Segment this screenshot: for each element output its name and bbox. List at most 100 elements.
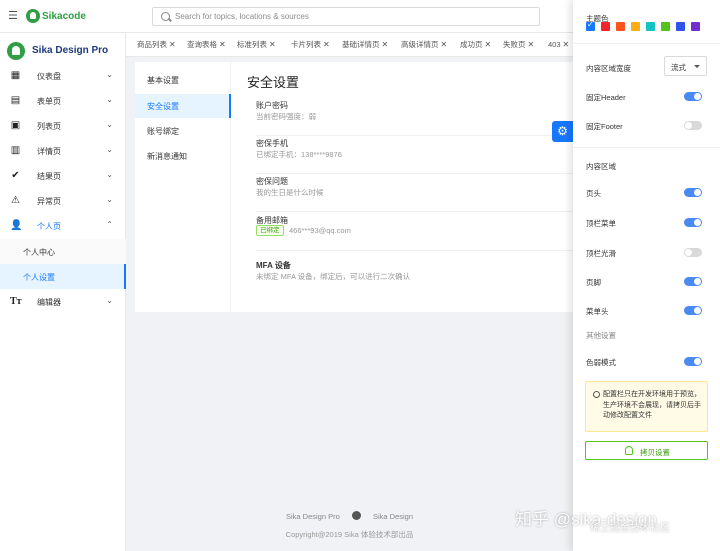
tab-label: 基础详情页 [342, 40, 380, 49]
settings-menu-basic[interactable]: 基本设置 [135, 68, 231, 92]
sidebar-item-label: 编辑器 [37, 298, 61, 307]
color-swatch[interactable] [631, 22, 640, 31]
form-icon: ▤ [10, 95, 21, 106]
top-menu-switch[interactable] [684, 218, 702, 227]
close-icon[interactable]: ✕ [563, 40, 570, 49]
github-icon[interactable] [351, 511, 361, 520]
tab[interactable]: 商品列表 ✕ [137, 38, 176, 52]
search-input[interactable] [175, 10, 535, 23]
content-width-select[interactable]: 流式 [664, 56, 707, 76]
row-description: 未绑定 MFA 设备，绑定后，可以进行二次确认 [256, 272, 411, 281]
tab[interactable]: 基础详情页 ✕ [342, 38, 388, 52]
page-title: 安全设置 [247, 75, 300, 90]
security-row-question: 密保问题 我的生日是什么时候 [256, 176, 573, 212]
top-smooth-label: 顶栏光滑 [586, 249, 616, 258]
divider [573, 43, 720, 44]
close-icon[interactable]: ✕ [441, 40, 448, 49]
copy-settings-button[interactable]: 拷贝设置 [585, 441, 708, 460]
color-swatch[interactable] [601, 22, 610, 31]
tab-label: 失败页 [503, 40, 526, 49]
page-footer: Sika Design Pro Sika Design Copyright@20… [126, 505, 573, 551]
tab[interactable]: 成功页 ✕ [460, 38, 491, 52]
sidebar-subitem-settings[interactable]: 个人设置 [0, 264, 126, 289]
page-footer-label: 页脚 [586, 278, 601, 287]
sidebar-item-dashboard[interactable]: ▦ 仪表盘 ⌄ [0, 63, 126, 88]
bulb-icon [625, 446, 633, 455]
close-icon[interactable]: ✕ [485, 40, 492, 49]
row-title: 账户密码 [256, 101, 288, 110]
color-weak-switch[interactable] [684, 357, 702, 366]
settings-menu-security[interactable]: 安全设置 [135, 94, 231, 118]
footer-link-pro[interactable]: Sika Design Pro [286, 512, 340, 521]
row-description: 466***93@qq.com [289, 226, 351, 235]
user-icon: 👤 [10, 220, 23, 231]
other-settings-label: 其他设置 [586, 331, 616, 340]
sidebar-item-label: 详情页 [37, 147, 61, 156]
gear-icon: ⚙ [557, 124, 568, 138]
settings-drawer-toggle[interactable]: ⚙ [552, 121, 573, 142]
close-icon[interactable]: ✕ [382, 40, 389, 49]
close-icon[interactable]: ✕ [169, 40, 176, 49]
row-title: MFA 设备 [256, 261, 291, 270]
security-row-phone: 密保手机 已绑定手机：138****9876 [256, 138, 573, 174]
tab-label: 成功页 [460, 40, 483, 49]
chevron-down-icon: ⌄ [106, 170, 113, 179]
sidebar-item-list[interactable]: ▣ 列表页 ⌄ [0, 113, 126, 138]
sidebar-item-exception[interactable]: ⚠ 异常页 ⌄ [0, 188, 126, 213]
sidebar-item-form[interactable]: ▤ 表单页 ⌄ [0, 88, 126, 113]
close-icon[interactable]: ✕ [528, 40, 535, 49]
settings-menu-label: 基本设置 [147, 76, 179, 85]
settings-menu-label: 安全设置 [147, 102, 179, 111]
tab[interactable]: 标准列表 ✕ [237, 38, 276, 52]
close-icon[interactable]: ✕ [323, 40, 330, 49]
menu-fold-icon[interactable]: ☰ [8, 10, 20, 22]
watermark-secondary: 稀土掘金技术社区 [590, 523, 670, 534]
settings-card: 基本设置 安全设置 账号绑定 新消息通知 安全设置 账户密码 当前密码强度：弱 … [135, 62, 573, 312]
footer-link-design[interactable]: Sika Design [373, 512, 413, 521]
chevron-down-icon: ⌄ [106, 120, 113, 129]
close-icon[interactable]: ✕ [219, 40, 226, 49]
menu-header-switch[interactable] [684, 306, 702, 315]
sidebar-subitem-label: 个人中心 [23, 248, 55, 257]
dashboard-icon: ▦ [10, 70, 21, 81]
color-swatch[interactable] [616, 22, 625, 31]
color-swatch[interactable] [661, 22, 670, 31]
header-switch[interactable] [684, 188, 702, 197]
sidebar-item-account[interactable]: 👤 个人页 ⌃ [0, 213, 126, 238]
top-smooth-switch[interactable] [684, 248, 702, 257]
color-swatch[interactable] [676, 22, 685, 31]
footer-links: Sika Design Pro Sika Design [126, 511, 573, 521]
fixed-header-switch[interactable] [684, 92, 702, 101]
sidebar-item-label: 异常页 [37, 197, 61, 206]
row-description: 已绑定手机：138****9876 [256, 150, 342, 159]
page-footer-switch[interactable] [684, 277, 702, 286]
result-icon: ✔ [11, 170, 20, 181]
tab[interactable]: 卡片列表 ✕ [291, 38, 330, 52]
sidebar-item-detail[interactable]: ▥ 详情页 ⌄ [0, 138, 126, 163]
color-swatch-selected[interactable] [586, 20, 595, 31]
search-box[interactable] [152, 7, 540, 26]
sidebar-item-label: 仪表盘 [37, 72, 61, 81]
tab-label: 403 [548, 40, 561, 49]
tab[interactable]: 403 ✕ [548, 38, 569, 52]
settings-menu-label: 新消息通知 [147, 152, 187, 161]
row-description: 当前密码强度：弱 [256, 112, 316, 121]
color-swatch[interactable] [691, 22, 700, 31]
sidebar-subitem-center[interactable]: 个人中心 [0, 239, 126, 264]
settings-menu-binding[interactable]: 账号绑定 [135, 119, 231, 143]
row-description: 我的生日是什么时候 [256, 188, 324, 197]
tab[interactable]: 高级详情页 ✕ [401, 38, 447, 52]
fixed-footer-switch[interactable] [684, 121, 702, 130]
close-icon[interactable]: ✕ [269, 40, 276, 49]
tab[interactable]: 失败页 ✕ [503, 38, 534, 52]
color-swatch[interactable] [646, 22, 655, 31]
status-badge: 已绑定 [256, 225, 284, 236]
settings-menu-notification[interactable]: 新消息通知 [135, 144, 231, 168]
sidebar-item-result[interactable]: ✔ 结果页 ⌄ [0, 163, 126, 188]
tab[interactable]: 查询表格 ✕ [187, 38, 226, 52]
sidebar-brand[interactable]: Sika Design Pro [7, 40, 127, 62]
content-area-label: 内容区域 [586, 162, 616, 171]
sidebar-logo [7, 42, 25, 60]
page-tabs: 商品列表 ✕ 查询表格 ✕ 标准列表 ✕ 卡片列表 ✕ 基础详情页 ✕ 高级详情页 ✕ 成功… [126, 33, 573, 57]
sidebar-item-editor[interactable]: Tт 编辑器 ⌄ [0, 289, 126, 314]
